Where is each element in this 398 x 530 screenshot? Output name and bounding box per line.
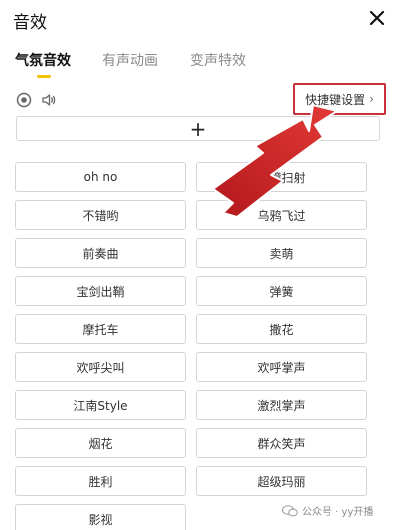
effect-button[interactable]: 激烈掌声 bbox=[196, 390, 367, 420]
effect-button[interactable]: 宝剑出鞘 bbox=[15, 276, 186, 306]
watermark-text: 公众号 · yy开播 bbox=[302, 507, 374, 518]
shortcut-settings-label: 快捷键设置 bbox=[305, 92, 366, 107]
chevron-right-icon: › bbox=[369, 92, 374, 106]
effect-button[interactable]: 欢呼尖叫 bbox=[15, 352, 186, 382]
effect-button[interactable]: 卖萌 bbox=[196, 238, 367, 268]
shortcut-settings-button[interactable]: 快捷键设置 › bbox=[293, 83, 386, 115]
window-title: 音效 bbox=[13, 13, 47, 33]
plus-icon: + bbox=[189, 116, 207, 141]
wechat-icon bbox=[282, 504, 298, 516]
effect-button[interactable]: 弹簧 bbox=[196, 276, 367, 306]
effect-button[interactable]: oh no bbox=[15, 162, 186, 192]
effect-button[interactable]: 烟花 bbox=[15, 428, 186, 458]
effect-button[interactable]: 前奏曲 bbox=[15, 238, 186, 268]
add-effect-button[interactable]: + bbox=[16, 116, 380, 141]
effect-button[interactable]: 魅瞳扫射 bbox=[196, 162, 367, 192]
tab-sound-animations[interactable]: 有声动画 bbox=[102, 50, 158, 70]
effect-button[interactable]: 群众笑声 bbox=[196, 428, 367, 458]
effect-button[interactable]: 欢呼掌声 bbox=[196, 352, 367, 382]
volume-icon[interactable] bbox=[41, 92, 57, 108]
tab-ambient-effects[interactable]: 气氛音效 bbox=[15, 50, 71, 70]
close-icon bbox=[369, 10, 385, 26]
effect-button[interactable]: 江南Style bbox=[15, 390, 186, 420]
effect-button[interactable]: 影视 bbox=[15, 504, 186, 530]
tab-bar: 气氛音效 有声动画 变声特效 bbox=[0, 50, 398, 80]
effect-button[interactable]: 乌鸦飞过 bbox=[196, 200, 367, 230]
close-button[interactable] bbox=[366, 7, 388, 29]
effect-button[interactable]: 撒花 bbox=[196, 314, 367, 344]
watermark: 公众号 · yy开播 bbox=[282, 503, 373, 518]
tab-voice-effects[interactable]: 变声特效 bbox=[190, 50, 246, 70]
effect-button[interactable]: 胜利 bbox=[15, 466, 186, 496]
active-tab-indicator bbox=[37, 75, 51, 78]
record-icon[interactable] bbox=[16, 92, 32, 108]
effect-button[interactable]: 超级玛丽 bbox=[196, 466, 367, 496]
effect-button[interactable]: 摩托车 bbox=[15, 314, 186, 344]
effect-button[interactable]: 不错哟 bbox=[15, 200, 186, 230]
